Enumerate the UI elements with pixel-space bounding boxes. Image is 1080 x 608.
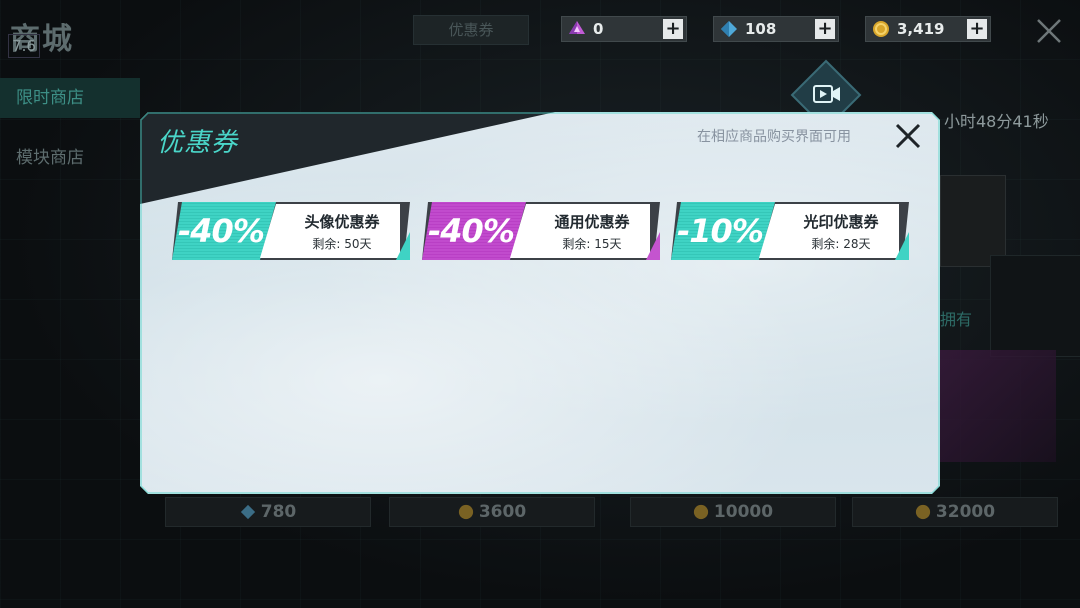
video-camera-icon [812,82,842,106]
price-value: 780 [260,502,297,522]
gold-coin-icon [693,504,709,520]
coupon-discount: -10% [671,202,775,260]
coupon-discount: -40% [172,202,276,260]
close-icon[interactable] [1034,16,1064,46]
price-value: 32000 [935,502,996,522]
panda-avatar-image [940,175,1006,267]
coupon-name: 光印优惠券 [803,213,879,231]
currency-gold: 3,419 + [865,16,991,42]
coupon-card[interactable]: -10% 光印优惠券 剩余: 28天 [671,202,909,260]
coupon-card[interactable]: -40% 通用优惠券 剩余: 15天 [422,202,660,260]
modal-title: 优惠券 [157,128,239,158]
coupon-name: 头像优惠券 [304,213,380,231]
blue-crystal-icon [718,18,740,40]
coupon-remaining: 剩余: 50天 [312,237,372,251]
gold-coin-icon [915,504,931,520]
currency-crystal: 108 + [713,16,839,42]
side-info-panel [990,255,1080,357]
price-value: 3600 [478,502,527,522]
prism-gem-icon [566,18,588,40]
coupon-modal: 优惠券 在相应商品购买界面可用 [140,112,940,494]
add-crystal-button[interactable]: + [815,19,835,39]
tab-limited-shop[interactable]: 限时商店 [0,78,140,118]
modal-hint: 在相应商品购买界面可用 [697,129,851,145]
limited-timer: 小时48分41秒 [944,112,1049,131]
level-indicator: 7.6 [8,34,40,58]
add-prism-button[interactable]: + [663,19,683,39]
coupon-discount: -40% [422,202,526,260]
item-card-image [936,350,1056,462]
currency-crystal-value: 108 [745,20,777,38]
tab-module-shop[interactable]: 模块商店 [0,138,140,178]
currency-prism-value: 0 [593,20,604,38]
close-icon[interactable] [892,120,924,152]
price-value: 10000 [713,502,774,522]
coupon-card[interactable]: -40% 头像优惠券 剩余: 50天 [172,202,410,260]
price-button[interactable]: 3600 [389,497,595,527]
price-button[interactable]: 10000 [630,497,836,527]
coupon-name: 通用优惠券 [554,213,630,231]
add-gold-button[interactable]: + [967,19,987,39]
coupon-remaining: 剩余: 15天 [562,237,622,251]
price-button[interactable]: 780 [165,497,371,527]
gold-coin-icon [458,504,474,520]
owned-label: 拥有 [940,310,973,329]
currency-gold-value: 3,419 [897,20,945,38]
gold-coin-icon [870,18,892,40]
coupon-remaining: 剩余: 28天 [811,237,871,251]
price-button[interactable]: 32000 [852,497,1058,527]
top-tab-coupons[interactable]: 优惠券 [413,15,529,45]
currency-prism: 0 + [561,16,687,42]
blue-crystal-icon [240,504,256,520]
